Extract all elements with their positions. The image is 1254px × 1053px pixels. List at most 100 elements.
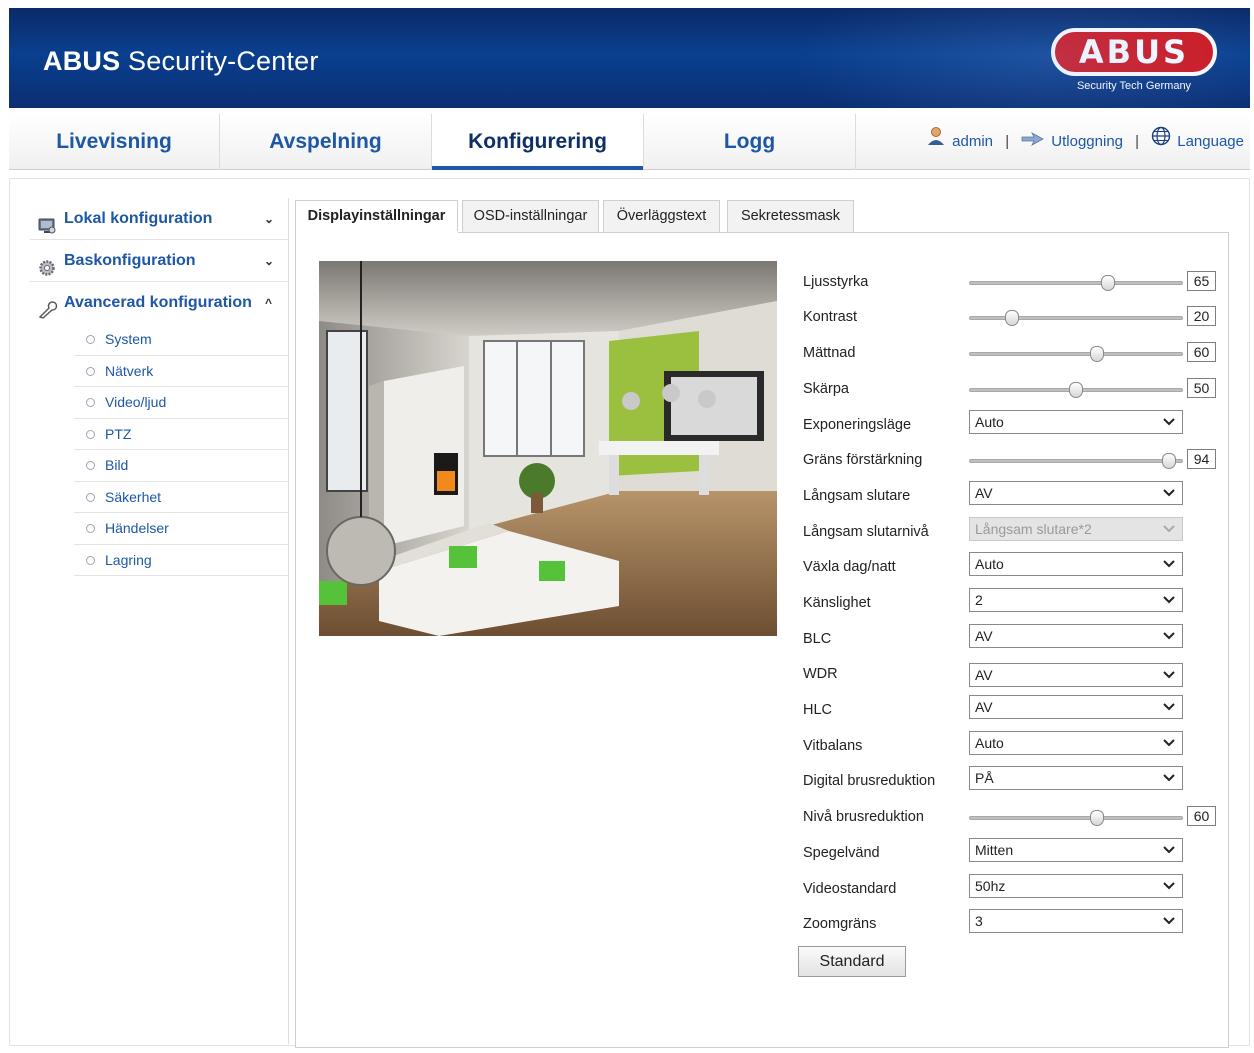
app-title: ABUS Security-Center xyxy=(43,46,319,77)
sidebar-item-bild[interactable]: Bild xyxy=(74,450,288,482)
camera-preview-image xyxy=(319,261,777,636)
chevron-down-icon xyxy=(1163,596,1175,604)
contrast-slider[interactable] xyxy=(969,310,1183,326)
day-night-label: Växla dag/natt xyxy=(803,559,896,575)
sidebar-section-lokal[interactable]: Lokal konfiguration ⌄ xyxy=(30,198,288,240)
nr-level-value[interactable]: 60 xyxy=(1187,806,1216,826)
slider-handle[interactable] xyxy=(1005,310,1020,326)
brightness-value[interactable]: 65 xyxy=(1187,271,1216,291)
zoom-limit-label: Zoomgräns xyxy=(803,916,877,932)
gain-limit-value[interactable]: 94 xyxy=(1187,449,1216,469)
wdr-label: WDR xyxy=(803,666,838,682)
digital-nr-select[interactable]: PÅ xyxy=(969,766,1183,790)
video-standard-select[interactable]: 50hz xyxy=(969,874,1183,898)
zoom-limit-select[interactable]: 3 xyxy=(969,909,1183,933)
chevron-down-icon xyxy=(1163,917,1175,925)
nav-tab-livevisning[interactable]: Livevisning xyxy=(9,114,220,170)
globe-icon xyxy=(1151,114,1171,170)
sensitivity-select[interactable]: 2 xyxy=(969,588,1183,612)
slider-handle[interactable] xyxy=(1162,453,1177,469)
exposure-mode-label: Exponeringsläge xyxy=(803,417,912,433)
chevron-down-icon xyxy=(1163,560,1175,568)
sidebar-section-avancerad[interactable]: Avancerad konfiguration ^ xyxy=(30,282,288,324)
separator: | xyxy=(1005,133,1010,150)
sensitivity-label: Känslighet xyxy=(803,595,871,611)
app-title-text: Security-Center xyxy=(120,46,319,76)
sidebar-item-ptz[interactable]: PTZ xyxy=(74,419,288,450)
select-value: Långsam slutare*2 xyxy=(975,521,1092,537)
nr-level-slider[interactable] xyxy=(969,810,1183,826)
camera-preview xyxy=(319,261,777,636)
sidebar: Lokal konfiguration ⌄ Baskonfiguration ⌄… xyxy=(30,198,288,576)
contrast-value[interactable]: 20 xyxy=(1187,306,1216,326)
main-nav: Livevisning Avspelning Konfigurering Log… xyxy=(9,114,1250,170)
gain-limit-slider[interactable] xyxy=(969,453,1183,469)
contrast-label: Kontrast xyxy=(803,309,857,325)
sidebar-item-handelser[interactable]: Händelser xyxy=(74,513,288,545)
sidebar-item-sakerhet[interactable]: Säkerhet xyxy=(74,482,288,513)
slider-handle[interactable] xyxy=(1090,810,1105,826)
user-name-link[interactable]: admin xyxy=(952,133,993,150)
select-value: AV xyxy=(975,667,993,683)
nav-tab-konfigurering[interactable]: Konfigurering xyxy=(432,114,644,170)
sidebar-item-lagring[interactable]: Lagring xyxy=(74,545,288,576)
mirror-label: Spegelvänd xyxy=(803,845,880,861)
chevron-up-icon: ^ xyxy=(264,296,272,310)
sidebar-item-video-ljud[interactable]: Video/ljud xyxy=(74,387,288,419)
abus-logo: ABUS Security Tech Germany xyxy=(1048,28,1220,100)
user-icon xyxy=(926,114,946,170)
tab-displayinstallningar[interactable]: Displayinställningar xyxy=(295,200,458,233)
sharpness-slider[interactable] xyxy=(969,382,1183,398)
day-night-select[interactable]: Auto xyxy=(969,552,1183,576)
sidebar-section-bas[interactable]: Baskonfiguration ⌄ xyxy=(30,240,288,282)
slow-shutter-select[interactable]: AV xyxy=(969,481,1183,505)
exposure-mode-select[interactable]: Auto xyxy=(969,410,1183,434)
logout-link[interactable]: Utloggning xyxy=(1051,133,1123,150)
sidebar-item-natverk[interactable]: Nätverk xyxy=(74,356,288,387)
wdr-select[interactable]: AV xyxy=(969,663,1183,687)
saturation-value[interactable]: 60 xyxy=(1187,342,1216,362)
chevron-down-icon xyxy=(1163,632,1175,640)
select-value: Auto xyxy=(975,414,1004,430)
monitor-settings-icon xyxy=(38,210,56,234)
slider-handle[interactable] xyxy=(1069,382,1083,398)
saturation-slider[interactable] xyxy=(969,346,1183,362)
sidebar-item-system[interactable]: System xyxy=(74,324,288,356)
tab-osd-installningar[interactable]: OSD-inställningar xyxy=(462,200,599,233)
user-area: admin | Utloggning | Language xyxy=(926,114,1244,170)
tab-overlaggstext[interactable]: Överläggstext xyxy=(603,200,720,233)
nav-tab-logg[interactable]: Logg xyxy=(644,114,856,170)
slow-shutter-label: Långsam slutare xyxy=(803,488,911,504)
brightness-label: Ljusstyrka xyxy=(803,274,869,290)
brightness-slider[interactable] xyxy=(969,275,1183,291)
hlc-select[interactable]: AV xyxy=(969,695,1183,719)
white-balance-select[interactable]: Auto xyxy=(969,731,1183,755)
mirror-select[interactable]: Mitten xyxy=(969,838,1183,862)
chevron-down-icon xyxy=(1163,525,1175,533)
chevron-down-icon xyxy=(1163,739,1175,747)
chevron-down-icon: ⌄ xyxy=(263,254,274,268)
gear-icon xyxy=(38,252,56,276)
tab-sekretessmask[interactable]: Sekretessmask xyxy=(727,200,854,233)
language-link[interactable]: Language xyxy=(1177,133,1244,150)
separator: | xyxy=(1135,133,1140,150)
chevron-down-icon xyxy=(1163,882,1175,890)
wrench-icon xyxy=(38,294,58,319)
app-title-brand: ABUS xyxy=(43,46,121,76)
chevron-down-icon xyxy=(1163,418,1175,426)
select-value: 3 xyxy=(975,913,983,929)
sidebar-divider xyxy=(288,198,289,1044)
blc-select[interactable]: AV xyxy=(969,624,1183,648)
select-value: Auto xyxy=(975,735,1004,751)
chevron-down-icon xyxy=(1163,846,1175,854)
chevron-down-icon xyxy=(1163,671,1175,679)
slider-handle[interactable] xyxy=(1100,275,1115,291)
slow-shutter-level-label: Långsam slutarnivå xyxy=(803,524,929,540)
saturation-label: Mättnad xyxy=(803,345,856,361)
slider-handle[interactable] xyxy=(1090,346,1105,362)
sharpness-value[interactable]: 50 xyxy=(1187,378,1216,398)
select-value: Mitten xyxy=(975,842,1014,858)
nav-tab-avspelning[interactable]: Avspelning xyxy=(220,114,432,170)
logo-wordmark: ABUS xyxy=(1051,28,1217,76)
standard-button[interactable]: Standard xyxy=(798,946,906,977)
